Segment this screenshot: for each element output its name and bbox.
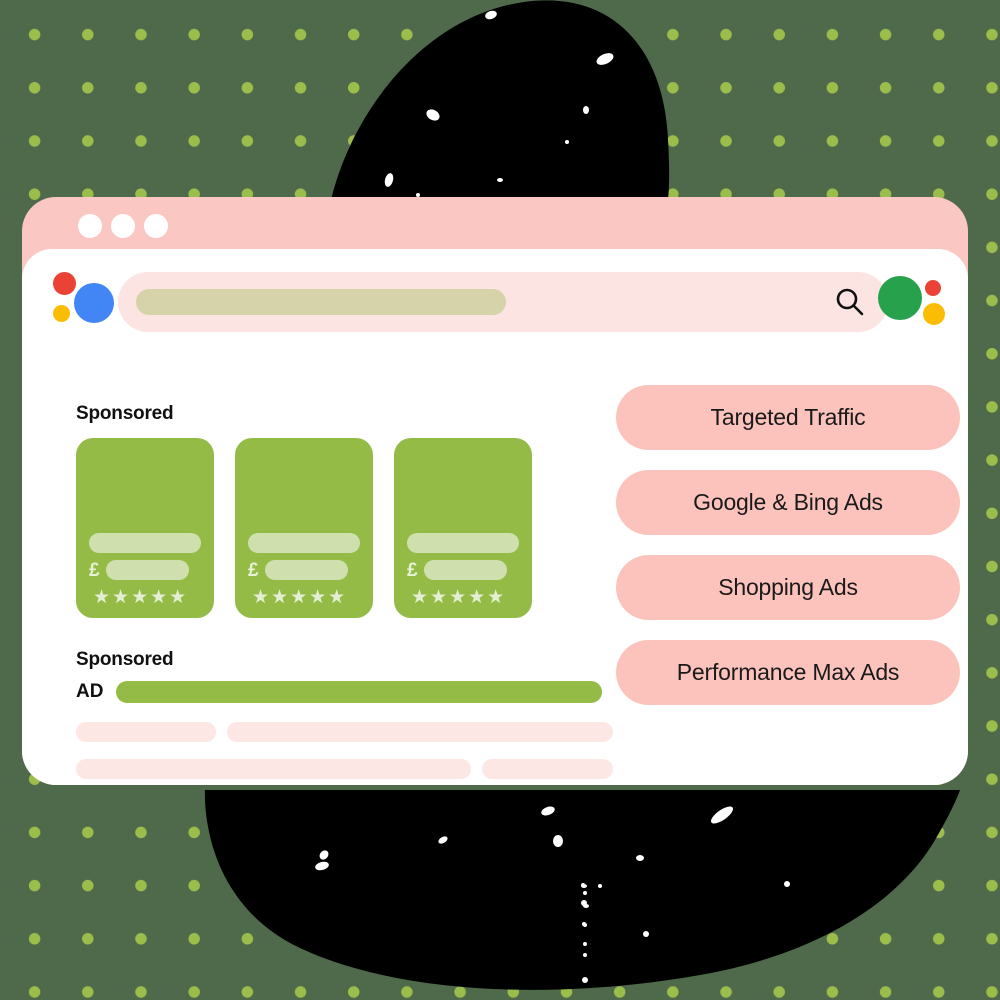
skeleton-bar [227, 722, 613, 742]
currency-symbol: £ [89, 559, 100, 581]
window-maximize-dot[interactable] [144, 214, 168, 238]
window-titlebar [22, 197, 968, 255]
currency-symbol: £ [407, 559, 418, 581]
service-pill-performance-max-ads[interactable]: Performance Max Ads [616, 640, 960, 705]
window-minimize-dot[interactable] [111, 214, 135, 238]
shopping-results-row: £ ★★★★★ £ ★★★★★ £ ★★★★★ [76, 438, 532, 618]
product-card[interactable]: £ ★★★★★ [76, 438, 214, 618]
avatar-green-circle-icon [878, 276, 922, 320]
skeleton-bar [76, 722, 216, 742]
product-rating-stars: ★★★★★ [411, 587, 507, 608]
service-pill-label: Shopping Ads [718, 574, 858, 600]
logo-yellow-dot-icon [53, 305, 70, 322]
product-price-row: £ [248, 560, 348, 580]
product-title-placeholder [89, 533, 201, 553]
sponsored-shopping-label: Sponsored [76, 403, 174, 424]
product-rating-stars: ★★★★★ [93, 587, 189, 608]
ad-result-row[interactable]: AD [76, 681, 603, 703]
product-rating-stars: ★★★★★ [252, 587, 348, 608]
product-title-placeholder [248, 533, 360, 553]
search-input[interactable] [118, 272, 888, 332]
product-price-placeholder [423, 560, 507, 580]
illustration-stage: Sponsored £ ★★★★★ £ ★★★★★ £ ★★★★★ Sponso… [0, 0, 1000, 1000]
ad-badge: AD [76, 681, 104, 702]
service-pill-google-bing-ads[interactable]: Google & Bing Ads [616, 470, 960, 535]
product-card[interactable]: £ ★★★★★ [394, 438, 532, 618]
product-price-placeholder [105, 560, 189, 580]
service-pill-targeted-traffic[interactable]: Targeted Traffic [616, 385, 960, 450]
results-area: Sponsored £ ★★★★★ £ ★★★★★ £ ★★★★★ Sponso… [22, 355, 968, 785]
avatar-yellow-dot-icon [923, 303, 945, 325]
result-skeleton-row [76, 759, 613, 779]
search-icon[interactable] [834, 286, 866, 318]
logo-red-dot-icon [53, 272, 76, 295]
avatar-red-dot-icon [925, 280, 941, 296]
google-logo [44, 267, 116, 339]
product-card[interactable]: £ ★★★★★ [235, 438, 373, 618]
product-title-placeholder [407, 533, 519, 553]
currency-symbol: £ [248, 559, 259, 581]
product-price-row: £ [407, 560, 507, 580]
account-avatar[interactable] [878, 267, 954, 339]
result-skeleton-row [76, 722, 613, 742]
window-close-dot[interactable] [78, 214, 102, 238]
skeleton-bar [482, 759, 613, 779]
browser-viewport: Sponsored £ ★★★★★ £ ★★★★★ £ ★★★★★ Sponso… [22, 249, 968, 785]
product-price-row: £ [89, 560, 189, 580]
product-price-placeholder [264, 560, 348, 580]
skeleton-bar [76, 759, 471, 779]
service-pill-label: Targeted Traffic [710, 404, 866, 430]
ad-title-placeholder [116, 681, 603, 703]
logo-blue-circle-icon [74, 283, 114, 323]
service-pill-label: Google & Bing Ads [693, 489, 883, 515]
search-header [22, 249, 968, 355]
service-pill-shopping-ads[interactable]: Shopping Ads [616, 555, 960, 620]
services-list: Targeted Traffic Google & Bing Ads Shopp… [616, 385, 960, 705]
sponsored-text-label: Sponsored [76, 649, 174, 670]
browser-window: Sponsored £ ★★★★★ £ ★★★★★ £ ★★★★★ Sponso… [22, 197, 968, 785]
search-placeholder-bar [136, 289, 506, 315]
service-pill-label: Performance Max Ads [676, 659, 900, 685]
